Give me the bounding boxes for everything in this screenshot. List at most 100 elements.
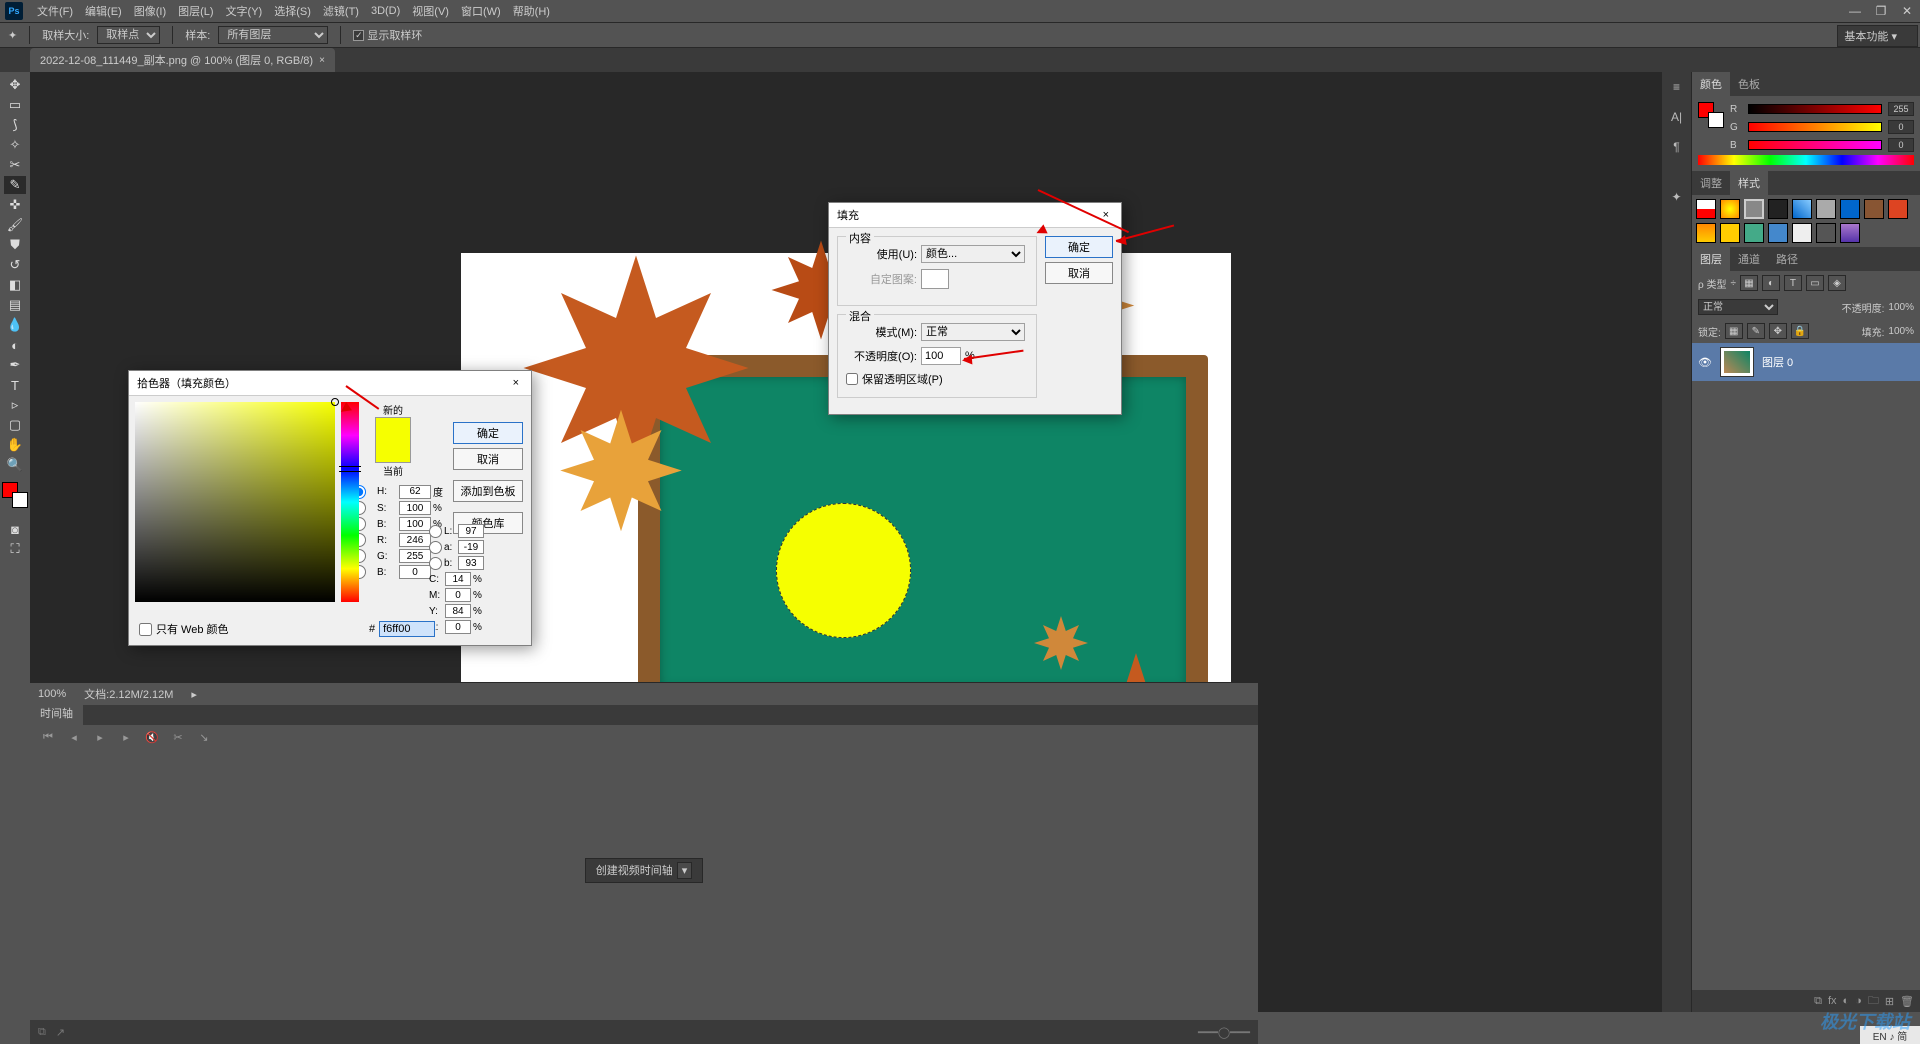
r-slider[interactable] (1748, 104, 1882, 114)
menu-3d[interactable]: 3D(D) (365, 2, 406, 20)
lock-pixels-icon[interactable]: ✎ (1747, 323, 1765, 339)
tab-adjust[interactable]: 调整 (1692, 171, 1730, 195)
style-swatch[interactable] (1816, 223, 1836, 243)
zoom-level[interactable]: 100% (38, 688, 66, 700)
prev-frame-icon[interactable]: ◂ (66, 731, 82, 744)
tab-styles[interactable]: 样式 (1730, 171, 1768, 195)
history-panel-icon[interactable]: ≡ (1666, 76, 1688, 98)
transition-icon[interactable]: ↘ (196, 731, 212, 744)
style-swatch[interactable] (1792, 223, 1812, 243)
eyedropper-tool[interactable]: ✎ (4, 176, 26, 194)
b-slider[interactable] (1748, 140, 1882, 150)
fill-ok-button[interactable]: 确定 (1045, 236, 1113, 258)
layer-name[interactable]: 图层 0 (1762, 354, 1793, 370)
mask-icon[interactable]: ◐ (1843, 995, 1850, 1007)
style-swatch[interactable] (1720, 199, 1740, 219)
sample-size-dropdown[interactable]: 取样点 (97, 26, 160, 44)
brushes-panel-icon[interactable]: ✦ (1666, 186, 1688, 208)
style-swatch[interactable] (1744, 223, 1764, 243)
screen-mode-toggle[interactable]: ⛶ (4, 540, 26, 558)
fill-value[interactable]: 100% (1888, 326, 1914, 337)
filter-pixel-icon[interactable]: ▦ (1740, 275, 1758, 291)
tab-paths[interactable]: 路径 (1768, 247, 1806, 271)
document-tab[interactable]: 2022-12-08_111449_副本.png @ 100% (图层 0, R… (30, 48, 335, 72)
layer-row[interactable]: 👁 图层 0 (1692, 343, 1920, 381)
menu-file[interactable]: 文件(F) (31, 0, 79, 22)
character-panel-icon[interactable]: A| (1666, 106, 1688, 128)
lock-all-icon[interactable]: 🔒 (1791, 323, 1809, 339)
stamp-tool[interactable]: ⛊ (4, 236, 26, 254)
close-icon[interactable]: × (319, 55, 325, 66)
hex-input[interactable] (379, 621, 435, 637)
close-icon[interactable]: × (509, 377, 523, 389)
dodge-tool[interactable]: ◐ (4, 336, 26, 354)
style-swatch[interactable] (1744, 199, 1764, 219)
minibar-icon[interactable]: ⧉ (38, 1026, 46, 1039)
marquee-tool[interactable]: ▭ (4, 96, 26, 114)
saturation-field[interactable] (135, 402, 335, 602)
menu-type[interactable]: 文字(Y) (220, 0, 269, 22)
filter-type-icon[interactable]: T (1784, 275, 1802, 291)
preserve-transparency-checkbox[interactable] (846, 373, 858, 385)
minimize-button[interactable]: — (1842, 0, 1868, 22)
scissors-icon[interactable]: ✂ (170, 731, 186, 744)
web-only-checkbox[interactable] (139, 623, 152, 636)
show-sampling-ring-checkbox[interactable]: ✓ 显示取样环 (353, 27, 422, 43)
menu-view[interactable]: 视图(V) (406, 0, 455, 22)
sample-source-dropdown[interactable]: 所有图层 (218, 26, 328, 44)
spectrum-bar[interactable] (1698, 155, 1914, 165)
crop-tool[interactable]: ✂ (4, 156, 26, 174)
eraser-tool[interactable]: ◧ (4, 276, 26, 294)
workspace-mode-dropdown[interactable]: 基本功能 ▾ (1837, 25, 1918, 47)
style-swatch[interactable] (1888, 199, 1908, 219)
color-mini-swatches[interactable] (1698, 102, 1724, 128)
zoom-tool[interactable]: 🔍 (4, 456, 26, 474)
menu-edit[interactable]: 编辑(E) (79, 0, 128, 22)
path-select-tool[interactable]: ▹ (4, 396, 26, 414)
picker-cancel-button[interactable]: 取消 (453, 448, 523, 470)
add-to-swatches-button[interactable]: 添加到色板 (453, 480, 523, 502)
blend-mode-dropdown[interactable]: 正常 (1698, 299, 1778, 315)
history-brush-tool[interactable]: ↺ (4, 256, 26, 274)
style-swatch[interactable] (1792, 199, 1812, 219)
style-swatch[interactable] (1720, 223, 1740, 243)
close-button[interactable]: ✕ (1894, 0, 1920, 22)
hue-slider[interactable] (341, 402, 359, 602)
background-color[interactable] (12, 492, 28, 508)
adjustment-icon[interactable]: ◑ (1855, 995, 1862, 1007)
play-icon[interactable]: ▸ (92, 731, 108, 744)
tab-layers[interactable]: 图层 (1692, 247, 1730, 271)
quick-mask-toggle[interactable]: ◙ (4, 520, 26, 538)
minibar-icon[interactable]: ↗ (56, 1026, 65, 1039)
fill-cancel-button[interactable]: 取消 (1045, 262, 1113, 284)
healing-tool[interactable]: ✜ (4, 196, 26, 214)
picker-ok-button[interactable]: 确定 (453, 422, 523, 444)
next-frame-icon[interactable]: ▸ (118, 731, 134, 744)
type-tool[interactable]: T (4, 376, 26, 394)
tab-swatches[interactable]: 色板 (1730, 72, 1768, 96)
chevron-down-icon[interactable]: ▾ (677, 862, 693, 879)
style-swatch[interactable] (1696, 199, 1716, 219)
style-swatch[interactable] (1696, 223, 1716, 243)
goto-first-icon[interactable]: ⏮ (40, 731, 56, 744)
hand-tool[interactable]: ✋ (4, 436, 26, 454)
menu-select[interactable]: 选择(S) (268, 0, 317, 22)
blur-tool[interactable]: 💧 (4, 316, 26, 334)
style-swatch[interactable] (1840, 223, 1860, 243)
fill-mode-dropdown[interactable]: 正常 (921, 323, 1025, 341)
tab-channels[interactable]: 通道 (1730, 247, 1768, 271)
new-layer-icon[interactable]: ⊞ (1885, 995, 1894, 1008)
menu-image[interactable]: 图像(I) (128, 0, 172, 22)
fx-icon[interactable]: fx (1828, 995, 1837, 1007)
menu-filter[interactable]: 滤镜(T) (317, 0, 365, 22)
maximize-button[interactable]: ❐ (1868, 0, 1894, 22)
paragraph-panel-icon[interactable]: ¶ (1666, 136, 1688, 158)
color-swatches[interactable] (2, 482, 28, 508)
filter-shape-icon[interactable]: ▭ (1806, 275, 1824, 291)
filter-smart-icon[interactable]: ◈ (1828, 275, 1846, 291)
opacity-value[interactable]: 100% (1888, 302, 1914, 313)
style-swatch[interactable] (1816, 199, 1836, 219)
magic-wand-tool[interactable]: ✧ (4, 136, 26, 154)
visibility-icon[interactable]: 👁 (1698, 356, 1712, 369)
trash-icon[interactable]: 🗑 (1900, 995, 1914, 1008)
